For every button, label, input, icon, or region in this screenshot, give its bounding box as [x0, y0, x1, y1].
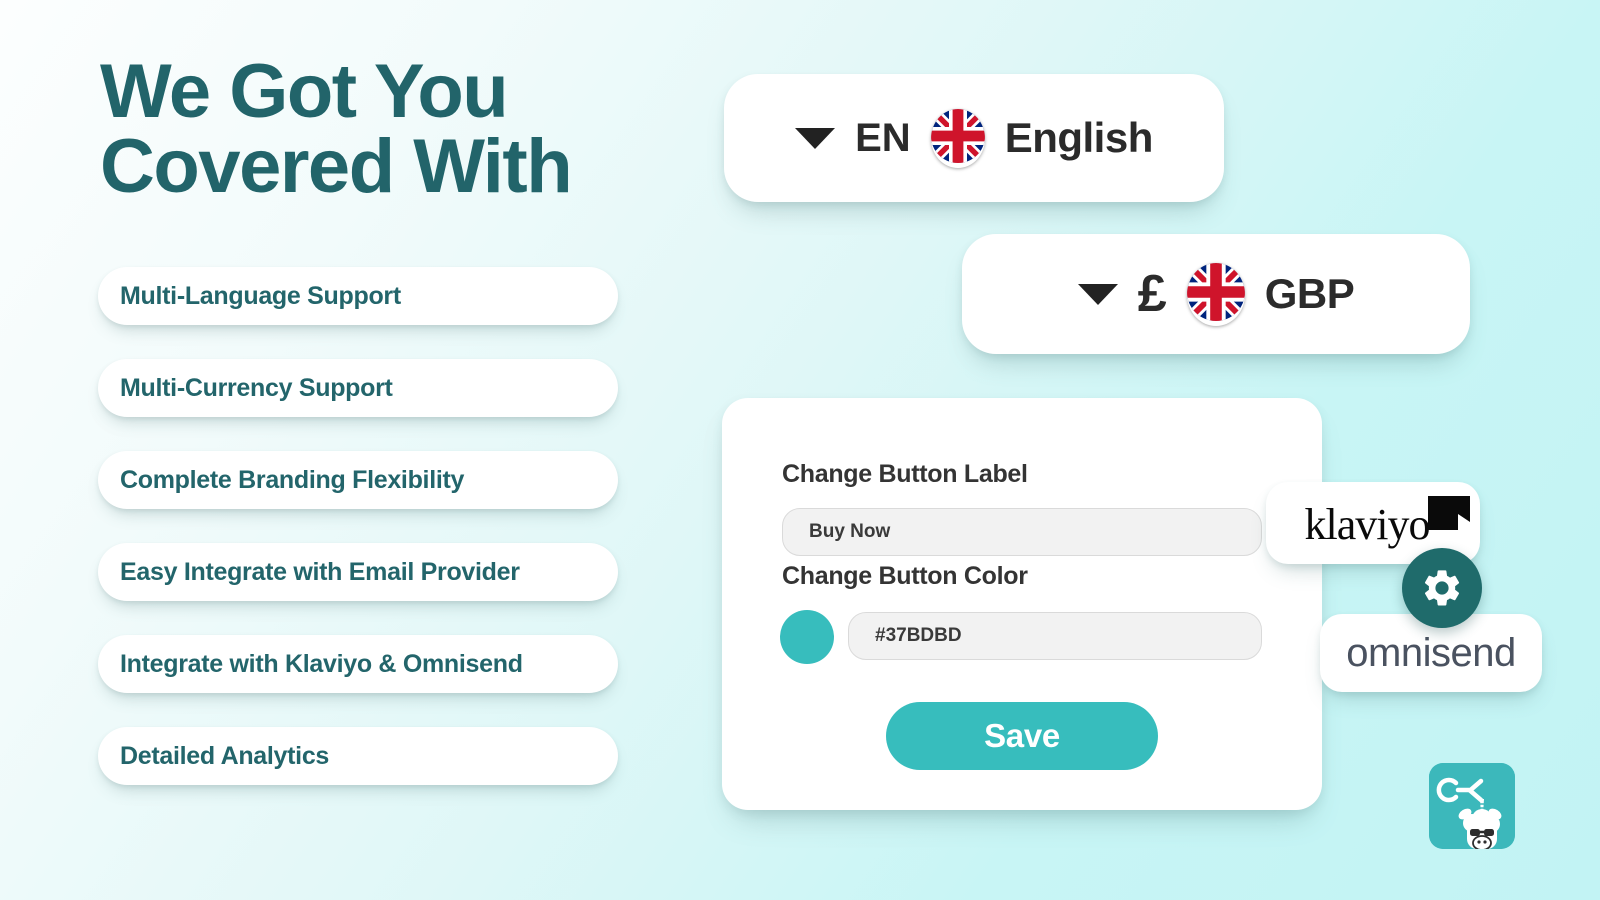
feature-pill-label: Easy Integrate with Email Provider: [120, 557, 520, 586]
currency-symbol: £: [1137, 265, 1167, 323]
currency-code: GBP: [1264, 270, 1355, 317]
button-settings-card: Change Button Label Buy Now Change Butto…: [722, 398, 1322, 810]
uk-flag-icon: [930, 108, 985, 168]
save-button[interactable]: Save: [886, 702, 1158, 770]
feature-list: Multi-Language Support Multi-Currency Su…: [98, 267, 628, 819]
feature-pill-label: Multi-Currency Support: [120, 373, 393, 402]
feature-pill-label: Complete Branding Flexibility: [120, 465, 465, 494]
feature-pill-label: Detailed Analytics: [120, 741, 330, 770]
klaviyo-flag-icon: [1428, 496, 1470, 530]
feature-pill-detailed-analytics[interactable]: Detailed Analytics: [98, 727, 618, 785]
currency-selector[interactable]: £ GBP: [962, 234, 1470, 354]
language-selector[interactable]: EN English: [724, 74, 1224, 202]
button-color-value: #37BDBD: [875, 625, 962, 646]
button-color-input[interactable]: #37BDBD: [848, 612, 1262, 660]
right-column: EN English £ GBP Change Button Label Buy…: [700, 0, 1600, 900]
chevron-down-icon[interactable]: [1077, 283, 1118, 305]
gear-icon[interactable]: [1402, 548, 1482, 628]
color-swatch[interactable]: [780, 610, 834, 664]
chevron-down-icon[interactable]: [795, 127, 836, 149]
change-button-color-heading: Change Button Color: [782, 562, 1028, 590]
left-column: We Got You Covered With Multi-Language S…: [0, 0, 700, 900]
klaviyo-wordmark: klaviyo: [1304, 500, 1431, 549]
uk-flag-icon: [1186, 262, 1245, 326]
feature-pill-multi-language[interactable]: Multi-Language Support: [98, 267, 618, 325]
app-logo-unicorn-icon: [1429, 763, 1515, 849]
button-label-value: Buy Now: [809, 521, 891, 542]
feature-pill-branding-flexibility[interactable]: Complete Branding Flexibility: [98, 451, 618, 509]
feature-pill-klaviyo-omnisend[interactable]: Integrate with Klaviyo & Omnisend: [98, 635, 618, 693]
language-name: English: [1004, 114, 1154, 161]
page-title: We Got You Covered With: [100, 49, 573, 210]
change-button-label-heading: Change Button Label: [782, 460, 1028, 488]
feature-pill-multi-currency[interactable]: Multi-Currency Support: [98, 359, 618, 417]
feature-pill-label: Integrate with Klaviyo & Omnisend: [120, 649, 523, 678]
omnisend-wordmark: omnisend: [1346, 630, 1516, 675]
feature-pill-label: Multi-Language Support: [120, 281, 401, 310]
button-label-input[interactable]: Buy Now: [782, 508, 1262, 556]
language-code: EN: [855, 115, 911, 160]
feature-pill-email-provider[interactable]: Easy Integrate with Email Provider: [98, 543, 618, 601]
